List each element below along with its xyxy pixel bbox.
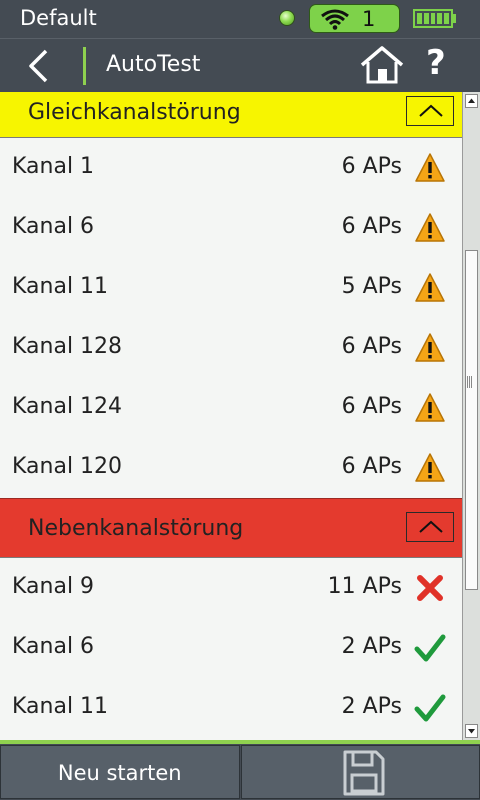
channel-name: Kanal 11 xyxy=(12,274,109,299)
wifi-icon xyxy=(321,9,349,30)
collapse-button[interactable] xyxy=(406,96,454,126)
scroll-up-button[interactable] xyxy=(465,94,478,108)
channel-name: Kanal 6 xyxy=(12,634,95,659)
footer-bar: Neu starten xyxy=(0,744,480,800)
save-disk-icon xyxy=(343,750,384,796)
channel-name: Kanal 124 xyxy=(12,394,123,419)
results-list: Gleichkanalstörung Kanal 1 6 APs Kanal 6 6… xyxy=(0,92,462,740)
ap-count: 6 APs xyxy=(341,154,402,179)
wifi-status[interactable]: 1 xyxy=(309,4,400,33)
warning-icon xyxy=(415,333,445,362)
channel-name: Kanal 120 xyxy=(12,454,123,479)
chevron-up-icon xyxy=(419,104,443,117)
check-icon xyxy=(414,634,446,662)
scrollbar[interactable] xyxy=(462,92,480,740)
section-title: Gleichkanalstörung xyxy=(28,100,241,125)
channel-name: Kanal 11 xyxy=(12,694,109,719)
caret-up-icon xyxy=(468,98,475,103)
status-led-icon xyxy=(279,10,295,26)
nav-bar: AutoTest ? xyxy=(0,38,480,93)
profile-name[interactable]: Default xyxy=(20,6,97,30)
channel-name: Kanal 6 xyxy=(12,214,95,239)
page-title: AutoTest xyxy=(106,52,201,77)
ap-count: 6 APs xyxy=(341,214,402,239)
home-icon[interactable] xyxy=(360,45,404,85)
ap-count: 6 APs xyxy=(341,454,402,479)
ap-count: 6 APs xyxy=(341,394,402,419)
list-item[interactable]: Kanal 9 11 APs xyxy=(0,558,462,618)
ap-count: 2 APs xyxy=(341,634,402,659)
channel-name: Kanal 9 xyxy=(12,574,95,599)
warning-icon xyxy=(415,453,445,482)
warning-icon xyxy=(415,213,445,242)
warning-icon xyxy=(415,273,445,302)
check-icon xyxy=(414,694,446,722)
nav-divider xyxy=(83,47,86,85)
section-title: Nebenkanalstörung xyxy=(28,516,244,541)
ap-count: 5 APs xyxy=(341,274,402,299)
list-item[interactable]: Kanal 128 6 APs xyxy=(0,318,462,378)
warning-icon xyxy=(415,393,445,422)
back-chevron-icon[interactable] xyxy=(22,49,56,83)
scroll-down-button[interactable] xyxy=(465,724,478,738)
channel-name: Kanal 1 xyxy=(12,154,95,179)
ap-count: 2 APs xyxy=(341,694,402,719)
list-item[interactable]: Kanal 1 6 APs xyxy=(0,138,462,198)
battery-tip xyxy=(453,14,456,23)
list-item[interactable]: Kanal 120 6 APs xyxy=(0,438,462,498)
scroll-thumb[interactable] xyxy=(465,250,478,590)
restart-button[interactable]: Neu starten xyxy=(0,745,240,799)
ap-count: 11 APs xyxy=(327,574,402,599)
status-bar: Default 1 xyxy=(0,0,480,38)
list-item[interactable]: Kanal 11 5 APs xyxy=(0,258,462,318)
help-icon[interactable]: ? xyxy=(426,43,446,83)
ap-count: 6 APs xyxy=(341,334,402,359)
battery-icon xyxy=(413,9,453,28)
list-item[interactable]: Kanal 124 6 APs xyxy=(0,378,462,438)
list-item[interactable]: Kanal 6 6 APs xyxy=(0,198,462,258)
caret-down-icon xyxy=(468,729,475,734)
list-item[interactable]: Kanal 6 2 APs xyxy=(0,618,462,678)
save-button[interactable] xyxy=(240,745,480,799)
warning-icon xyxy=(415,153,445,182)
fail-x-icon xyxy=(417,575,443,601)
list-item[interactable]: Kanal 11 2 APs xyxy=(0,678,462,738)
scroll-grip-icon xyxy=(465,376,472,388)
collapse-button[interactable] xyxy=(406,512,454,542)
restart-label: Neu starten xyxy=(57,761,182,785)
section-header-adjacent[interactable]: Nebenkanalstörung xyxy=(0,498,462,558)
chevron-up-icon xyxy=(419,520,443,533)
wifi-count: 1 xyxy=(362,7,376,31)
section-header-cochannel[interactable]: Gleichkanalstörung xyxy=(0,92,462,138)
channel-name: Kanal 128 xyxy=(12,334,123,359)
